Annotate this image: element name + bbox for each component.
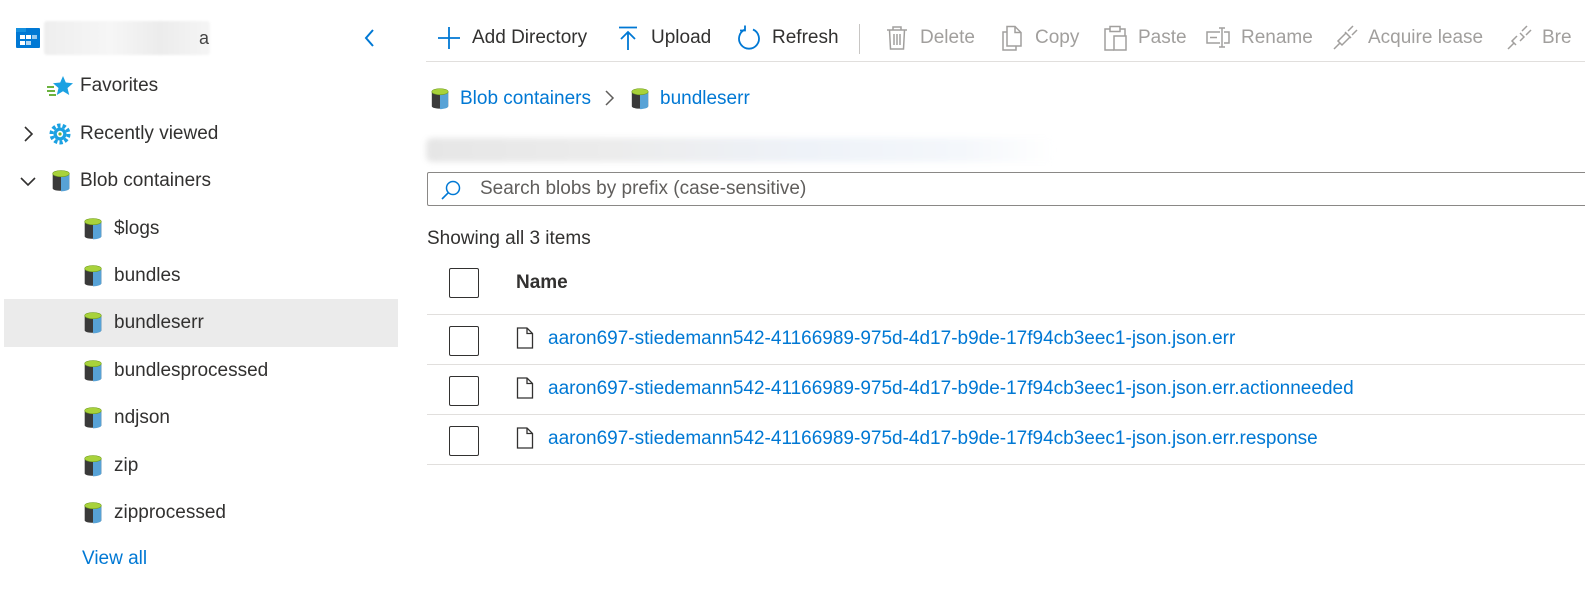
- tree-item-blob-containers[interactable]: Blob containers: [4, 157, 398, 205]
- item-count-text: Showing all 3 items: [427, 228, 591, 249]
- toolbar-separator: [859, 24, 860, 54]
- breadcrumb-label: bundleserr: [660, 88, 750, 109]
- acquire-lease-button[interactable]: Acquire lease: [1332, 22, 1483, 54]
- tree-item-label: Recently viewed: [80, 123, 219, 144]
- breadcrumb-chevron-icon: [605, 90, 615, 106]
- row-checkbox[interactable]: [449, 326, 479, 356]
- tree-item-container-bundlesprocessed[interactable]: bundlesprocessed: [4, 347, 398, 395]
- tree-item-favorites[interactable]: Favorites: [4, 62, 398, 110]
- row-checkbox[interactable]: [449, 376, 479, 406]
- tree-item-label: Favorites: [80, 75, 159, 96]
- view-all-link[interactable]: View all: [82, 548, 147, 570]
- add-directory-button[interactable]: Add Directory: [436, 22, 587, 54]
- paste-button[interactable]: Paste: [1102, 22, 1187, 54]
- tree-item-label: Blob containers: [80, 170, 211, 191]
- tree-item-container-ndjson[interactable]: ndjson: [4, 394, 398, 442]
- cylinder-icon: [82, 359, 104, 383]
- tree-item-label: bundleserr: [114, 312, 204, 333]
- document-icon: [516, 327, 534, 349]
- cylinder-icon: [50, 169, 72, 193]
- container-url-redacted: [426, 138, 1056, 162]
- button-label: Add Directory: [472, 27, 588, 48]
- blob-name-link[interactable]: aaron697-stiedemann542-41166989-975d-4d1…: [548, 378, 1354, 400]
- blob-name-link[interactable]: aaron697-stiedemann542-41166989-975d-4d1…: [548, 328, 1235, 350]
- button-label: Delete: [920, 27, 975, 48]
- select-all-checkbox[interactable]: [449, 268, 479, 298]
- plus-icon: [438, 27, 460, 49]
- tree-item-recently-viewed[interactable]: Recently viewed: [4, 110, 398, 158]
- button-label: Bre: [1542, 27, 1572, 48]
- list-item[interactable]: aaron697-stiedemann542-41166989-975d-4d1…: [427, 365, 1585, 415]
- star-icon: [47, 76, 73, 96]
- account-name-redacted: [44, 21, 210, 55]
- rename-icon: [1206, 27, 1230, 48]
- collapse-panel-chevron-left-icon[interactable]: [358, 24, 382, 52]
- tree-item-label: bundles: [114, 265, 181, 286]
- search-box[interactable]: [427, 172, 1585, 206]
- button-label: Refresh: [772, 27, 839, 48]
- search-icon: [441, 180, 461, 200]
- button-label: Acquire lease: [1368, 27, 1484, 48]
- breadcrumb-label: Blob containers: [460, 88, 591, 109]
- storage-account-icon: [16, 28, 40, 48]
- cylinder-icon: [82, 264, 104, 288]
- row-checkbox[interactable]: [449, 426, 479, 456]
- upload-arrow-icon: [619, 26, 637, 50]
- cylinder-icon: [82, 501, 104, 525]
- chevron-down-icon[interactable]: [18, 171, 38, 191]
- cylinder-icon: [82, 406, 104, 430]
- tree-item-container-bundleserr[interactable]: bundleserr: [4, 299, 398, 347]
- account-name-suffix: a: [199, 28, 210, 48]
- document-icon: [516, 377, 534, 399]
- gear-icon: [49, 123, 71, 145]
- trash-icon: [887, 26, 907, 50]
- tree-item-label: bundlesprocessed: [114, 360, 269, 381]
- list-header: Name: [427, 258, 1585, 315]
- refresh-icon: [738, 25, 760, 50]
- button-label: Upload: [651, 27, 712, 48]
- breadcrumb-item-bundleserr[interactable]: bundleserr: [630, 84, 750, 114]
- column-header-name[interactable]: Name: [516, 272, 568, 294]
- blob-name-link[interactable]: aaron697-stiedemann542-41166989-975d-4d1…: [548, 428, 1318, 450]
- command-bar: Add Directory Upload Refresh Delete Copy…: [426, 0, 1585, 62]
- tree-item-container-bundles[interactable]: bundles: [4, 252, 398, 300]
- document-icon: [516, 427, 534, 449]
- cylinder-icon: [82, 454, 104, 478]
- break-lease-button[interactable]: Bre: [1506, 22, 1572, 54]
- copy-icon: [1002, 25, 1022, 51]
- breadcrumb-item-blob-containers[interactable]: Blob containers: [430, 84, 591, 114]
- tree-item-label: zip: [114, 455, 139, 476]
- button-label: Paste: [1138, 27, 1187, 48]
- list-item[interactable]: aaron697-stiedemann542-41166989-975d-4d1…: [427, 415, 1585, 465]
- tree-item-label: ndjson: [114, 407, 170, 428]
- cylinder-icon: [82, 217, 104, 241]
- tree-item-container-zip[interactable]: zip: [4, 442, 398, 490]
- blob-list: Name aaron697-stiedemann542-41166989-975…: [427, 258, 1585, 465]
- broken-link-icon: [1507, 25, 1532, 50]
- paste-icon: [1104, 25, 1127, 51]
- tree-item-label: $logs: [114, 218, 160, 239]
- list-item[interactable]: aaron697-stiedemann542-41166989-975d-4d1…: [427, 315, 1585, 365]
- storage-explorer-tree: a Favorites Recently viewed Blob contain…: [0, 0, 400, 593]
- chevron-right-icon[interactable]: [18, 124, 38, 144]
- button-label: Copy: [1035, 27, 1080, 48]
- cylinder-icon: [430, 87, 450, 111]
- upload-button[interactable]: Upload: [615, 22, 711, 54]
- delete-button[interactable]: Delete: [884, 22, 975, 54]
- tree-item-label: zipprocessed: [114, 502, 226, 523]
- refresh-button[interactable]: Refresh: [736, 22, 839, 54]
- copy-button[interactable]: Copy: [999, 22, 1079, 54]
- link-plug-icon: [1333, 25, 1358, 50]
- tree-item-container-logs[interactable]: $logs: [4, 205, 398, 253]
- rename-button[interactable]: Rename: [1205, 22, 1313, 54]
- button-label: Rename: [1241, 27, 1313, 48]
- cylinder-icon: [630, 87, 650, 111]
- search-input[interactable]: [480, 177, 1380, 201]
- cylinder-icon: [82, 311, 104, 335]
- tree-item-container-zipprocessed[interactable]: zipprocessed: [4, 489, 398, 537]
